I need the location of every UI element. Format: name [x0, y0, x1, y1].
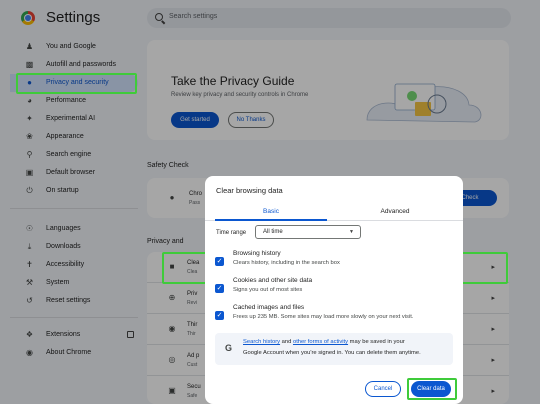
option-desc: Frees up 235 MB. Some sites may load mor… [233, 314, 414, 320]
other-activity-link[interactable]: other forms of activity [293, 339, 348, 345]
chevron-down-icon: ▼ [349, 229, 354, 235]
tab-basic[interactable]: Basic [211, 204, 331, 220]
option-title: Cookies and other site data [233, 277, 313, 284]
option-title: Cached images and files [233, 304, 305, 311]
time-range-value: All time [263, 229, 283, 235]
tab-indicator [215, 219, 327, 221]
option-cached-images[interactable]: ✓ Cached images and files Frees up 235 M… [215, 304, 455, 330]
google-g-icon: G [225, 343, 233, 353]
option-browsing-history[interactable]: ✓ Browsing history Clears history, inclu… [215, 250, 455, 276]
info-text: may be saved in your [348, 339, 405, 345]
cancel-button[interactable]: Cancel [365, 381, 401, 397]
option-desc: Signs you out of most sites [233, 287, 303, 293]
highlight-clear-data-button [407, 378, 457, 400]
option-desc: Clears history, including in the search … [233, 260, 340, 266]
option-cookies[interactable]: ✓ Cookies and other site data Signs you … [215, 277, 455, 303]
time-range-select[interactable]: All time ▼ [255, 225, 361, 239]
option-title: Browsing history [233, 250, 281, 257]
info-text: and [280, 339, 293, 345]
google-account-info: G Search history and other forms of acti… [215, 333, 453, 365]
browsing-history-checkbox[interactable]: ✓ [215, 257, 224, 266]
time-range-label: Time range [216, 230, 247, 236]
cached-images-checkbox[interactable]: ✓ [215, 311, 224, 320]
tab-advanced[interactable]: Advanced [335, 204, 455, 220]
highlight-privacy-nav [16, 73, 137, 94]
info-line-2: Google Account when you're signed in. Yo… [243, 350, 421, 356]
search-history-link[interactable]: Search history [243, 339, 280, 345]
info-line-1: Search history and other forms of activi… [243, 339, 405, 345]
dialog-title: Clear browsing data [216, 186, 283, 195]
clear-browsing-data-dialog: Clear browsing data Basic Advanced Time … [205, 176, 463, 404]
cookies-checkbox[interactable]: ✓ [215, 284, 224, 293]
